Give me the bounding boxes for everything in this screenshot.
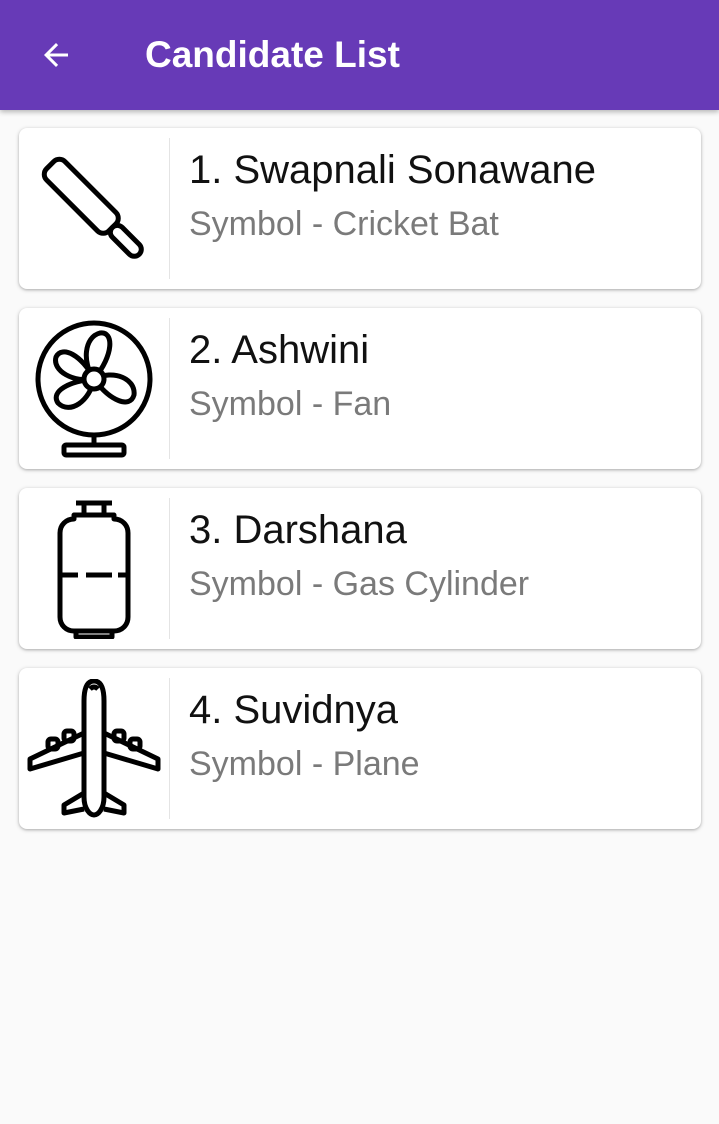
- fan-icon: [35, 320, 153, 457]
- candidate-name: 4. Suvidnya: [189, 688, 399, 732]
- back-button[interactable]: [26, 25, 86, 85]
- symbol-image: [19, 138, 169, 279]
- symbol-image: [19, 318, 169, 459]
- candidate-symbol: Symbol - Cricket Bat: [189, 205, 499, 243]
- card-divider: [169, 138, 170, 279]
- candidate-symbol: Symbol - Fan: [189, 385, 392, 423]
- symbol-image: [19, 498, 169, 639]
- candidate-card[interactable]: 1. Swapnali Sonawane Symbol - Cricket Ba…: [19, 128, 701, 289]
- candidate-card[interactable]: 2. Ashwini Symbol - Fan: [19, 308, 701, 469]
- candidate-name: 2. Ashwini: [189, 328, 370, 372]
- candidate-name: 1. Swapnali Sonawane: [189, 148, 596, 192]
- page-title: Candidate List: [145, 34, 400, 75]
- arrow-back-icon: [44, 43, 68, 67]
- card-divider: [169, 498, 170, 639]
- cricket-bat-icon: [41, 156, 144, 259]
- card-divider: [169, 678, 170, 819]
- candidate-list: 1. Swapnali Sonawane Symbol - Cricket Ba…: [19, 128, 701, 848]
- candidate-name: 3. Darshana: [189, 508, 407, 552]
- candidate-card[interactable]: 3. Darshana Symbol - Gas Cylinder: [19, 488, 701, 649]
- plane-icon: [27, 678, 161, 817]
- candidate-symbol: Symbol - Plane: [189, 745, 420, 783]
- gas-cylinder-icon: [57, 500, 131, 639]
- candidate-symbol: Symbol - Gas Cylinder: [189, 565, 530, 603]
- candidate-card[interactable]: 4. Suvidnya Symbol - Plane: [19, 668, 701, 829]
- app-bar: Candidate List: [0, 0, 719, 110]
- symbol-image: [19, 678, 169, 819]
- card-divider: [169, 318, 170, 459]
